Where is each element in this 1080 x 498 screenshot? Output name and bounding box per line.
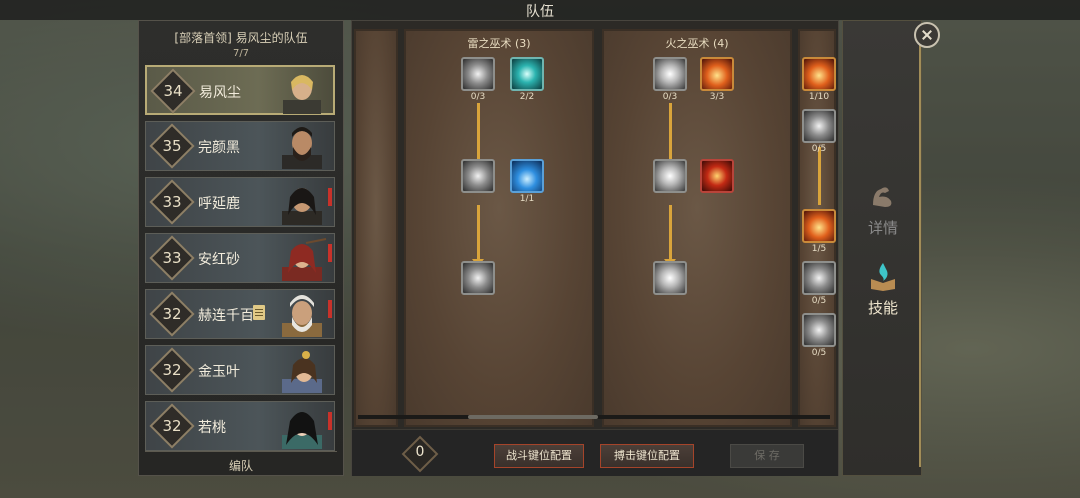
member-card-3[interactable]: 33 安红砂	[145, 233, 335, 283]
member-level: 33	[162, 193, 182, 211]
tree-connector	[818, 147, 821, 205]
flame-spell-icon[interactable]	[700, 57, 734, 91]
member-portrait	[282, 238, 327, 281]
tree-connector	[669, 205, 672, 263]
member-name: 安红砂	[198, 252, 240, 268]
lightning-figure-spell-icon[interactable]	[510, 159, 544, 193]
member-level: 32	[162, 305, 182, 323]
member-name: 若桃	[198, 420, 226, 436]
skill-panel: 雷之巫术 (3) 0/3 2/2 1/1 火之巫术 (4) 0/3 3/3 1/…	[351, 20, 839, 476]
tab-skills[interactable]: 技能	[849, 261, 917, 323]
skill-sheet-fire: 火之巫术 (4) 0/3 3/3	[602, 29, 792, 427]
fire-skill-icon[interactable]	[802, 57, 836, 91]
fireball-spell-icon[interactable]	[653, 57, 687, 91]
flame-skill-icon[interactable]	[802, 209, 836, 243]
tab-label: 技能	[867, 299, 898, 317]
skill-sheet-thunder: 雷之巫术 (3) 0/3 2/2 1/1	[404, 29, 594, 427]
claw-skill-icon[interactable]	[802, 109, 836, 143]
skill-tree-label: 雷之巫术 (3)	[467, 37, 531, 50]
member-level: 32	[162, 361, 182, 379]
skill-count: 0/5	[811, 296, 827, 306]
member-portrait	[282, 351, 322, 393]
member-level: 33	[162, 249, 182, 267]
member-portrait	[282, 412, 322, 449]
member-card-4[interactable]: 32 赫连千百	[145, 289, 335, 339]
member-card-0[interactable]: 34 易风尘	[145, 65, 335, 115]
flame-pillar-spell-icon[interactable]	[653, 261, 687, 295]
skill-tree-label: 火之巫术 (4)	[665, 37, 729, 50]
member-name: 赫连千百	[198, 308, 254, 324]
arm-strength-icon	[873, 187, 892, 207]
spike-skill-icon[interactable]	[802, 313, 836, 347]
eye-skill-icon[interactable]	[802, 261, 836, 295]
skill-count: 1/1	[519, 194, 535, 204]
member-card-5[interactable]: 32 金玉叶	[145, 345, 335, 395]
member-card-6[interactable]: 32 若桃	[145, 401, 335, 451]
scrollbar-thumb[interactable]	[468, 415, 598, 419]
roster-panel: [部落首领] 易风尘的队伍 7/7 34 易风尘 35 完颜黑 33 呼延鹿 3…	[138, 20, 344, 476]
member-portrait	[282, 295, 322, 337]
side-tabs: 详情 技能	[842, 20, 922, 476]
roster-title: [部落首领] 易风尘的队伍	[174, 31, 308, 45]
skill-count: 2/2	[519, 92, 535, 102]
document-icon	[253, 305, 265, 320]
member-portrait	[282, 188, 322, 225]
member-name: 易风尘	[199, 85, 241, 101]
lightning-bolt-spell-icon[interactable]	[461, 261, 495, 295]
tree-connector	[477, 205, 480, 263]
skill-count: 1/10	[808, 92, 830, 102]
roster-count: 7/7	[232, 48, 250, 59]
skill-count: 0/5	[811, 348, 827, 358]
skill-count: 0/3	[662, 92, 678, 102]
fire-burst-spell-icon[interactable]	[653, 159, 687, 193]
spellbook-icon	[871, 263, 895, 291]
skill-count: 1/5	[811, 244, 827, 254]
skill-count: 0/3	[470, 92, 486, 102]
skill-count: 0/5	[811, 144, 827, 154]
save-button[interactable]: 保 存	[730, 444, 804, 468]
member-portrait	[283, 75, 321, 114]
cyclone-spell-icon[interactable]	[510, 57, 544, 91]
tab-details[interactable]: 详情	[849, 181, 917, 243]
member-level: 34	[163, 82, 183, 100]
member-name: 金玉叶	[198, 364, 240, 380]
horizontal-scrollbar[interactable]	[358, 415, 830, 419]
alert-marker	[328, 412, 332, 430]
skill-bottom-bar: 0 战斗键位配置 搏击键位配置 保 存	[352, 429, 838, 476]
tabs-frame-line	[919, 27, 921, 467]
capture-key-config-button[interactable]: 搏击键位配置	[600, 444, 694, 468]
member-card-1[interactable]: 35 完颜黑	[145, 121, 335, 171]
skill-points: 0	[415, 444, 425, 460]
alert-marker	[328, 188, 332, 206]
alert-marker	[328, 300, 332, 318]
tab-label: 详情	[867, 219, 898, 237]
member-level: 35	[162, 137, 182, 155]
member-name: 呼延鹿	[198, 196, 240, 212]
skill-sheet-third-partial: 1/10 0/5 1/5 0/5 0/5	[798, 29, 836, 427]
skill-sheet-left-partial	[354, 29, 398, 427]
fire-figure-spell-icon[interactable]	[700, 159, 734, 193]
page-title: 队伍	[526, 4, 554, 20]
member-card-2[interactable]: 33 呼延鹿	[145, 177, 335, 227]
vortex-spell-icon[interactable]	[461, 159, 495, 193]
member-level: 32	[162, 417, 182, 435]
close-button[interactable]	[914, 22, 940, 48]
formation-button[interactable]: 编队	[145, 451, 337, 474]
wind-spell-icon[interactable]	[461, 57, 495, 91]
formation-label: 编队	[228, 459, 253, 473]
alert-marker	[328, 244, 332, 262]
member-name: 完颜黑	[198, 140, 240, 156]
skill-count: 3/3	[709, 92, 725, 102]
member-portrait	[282, 127, 322, 169]
battle-key-config-button[interactable]: 战斗键位配置	[494, 444, 584, 468]
